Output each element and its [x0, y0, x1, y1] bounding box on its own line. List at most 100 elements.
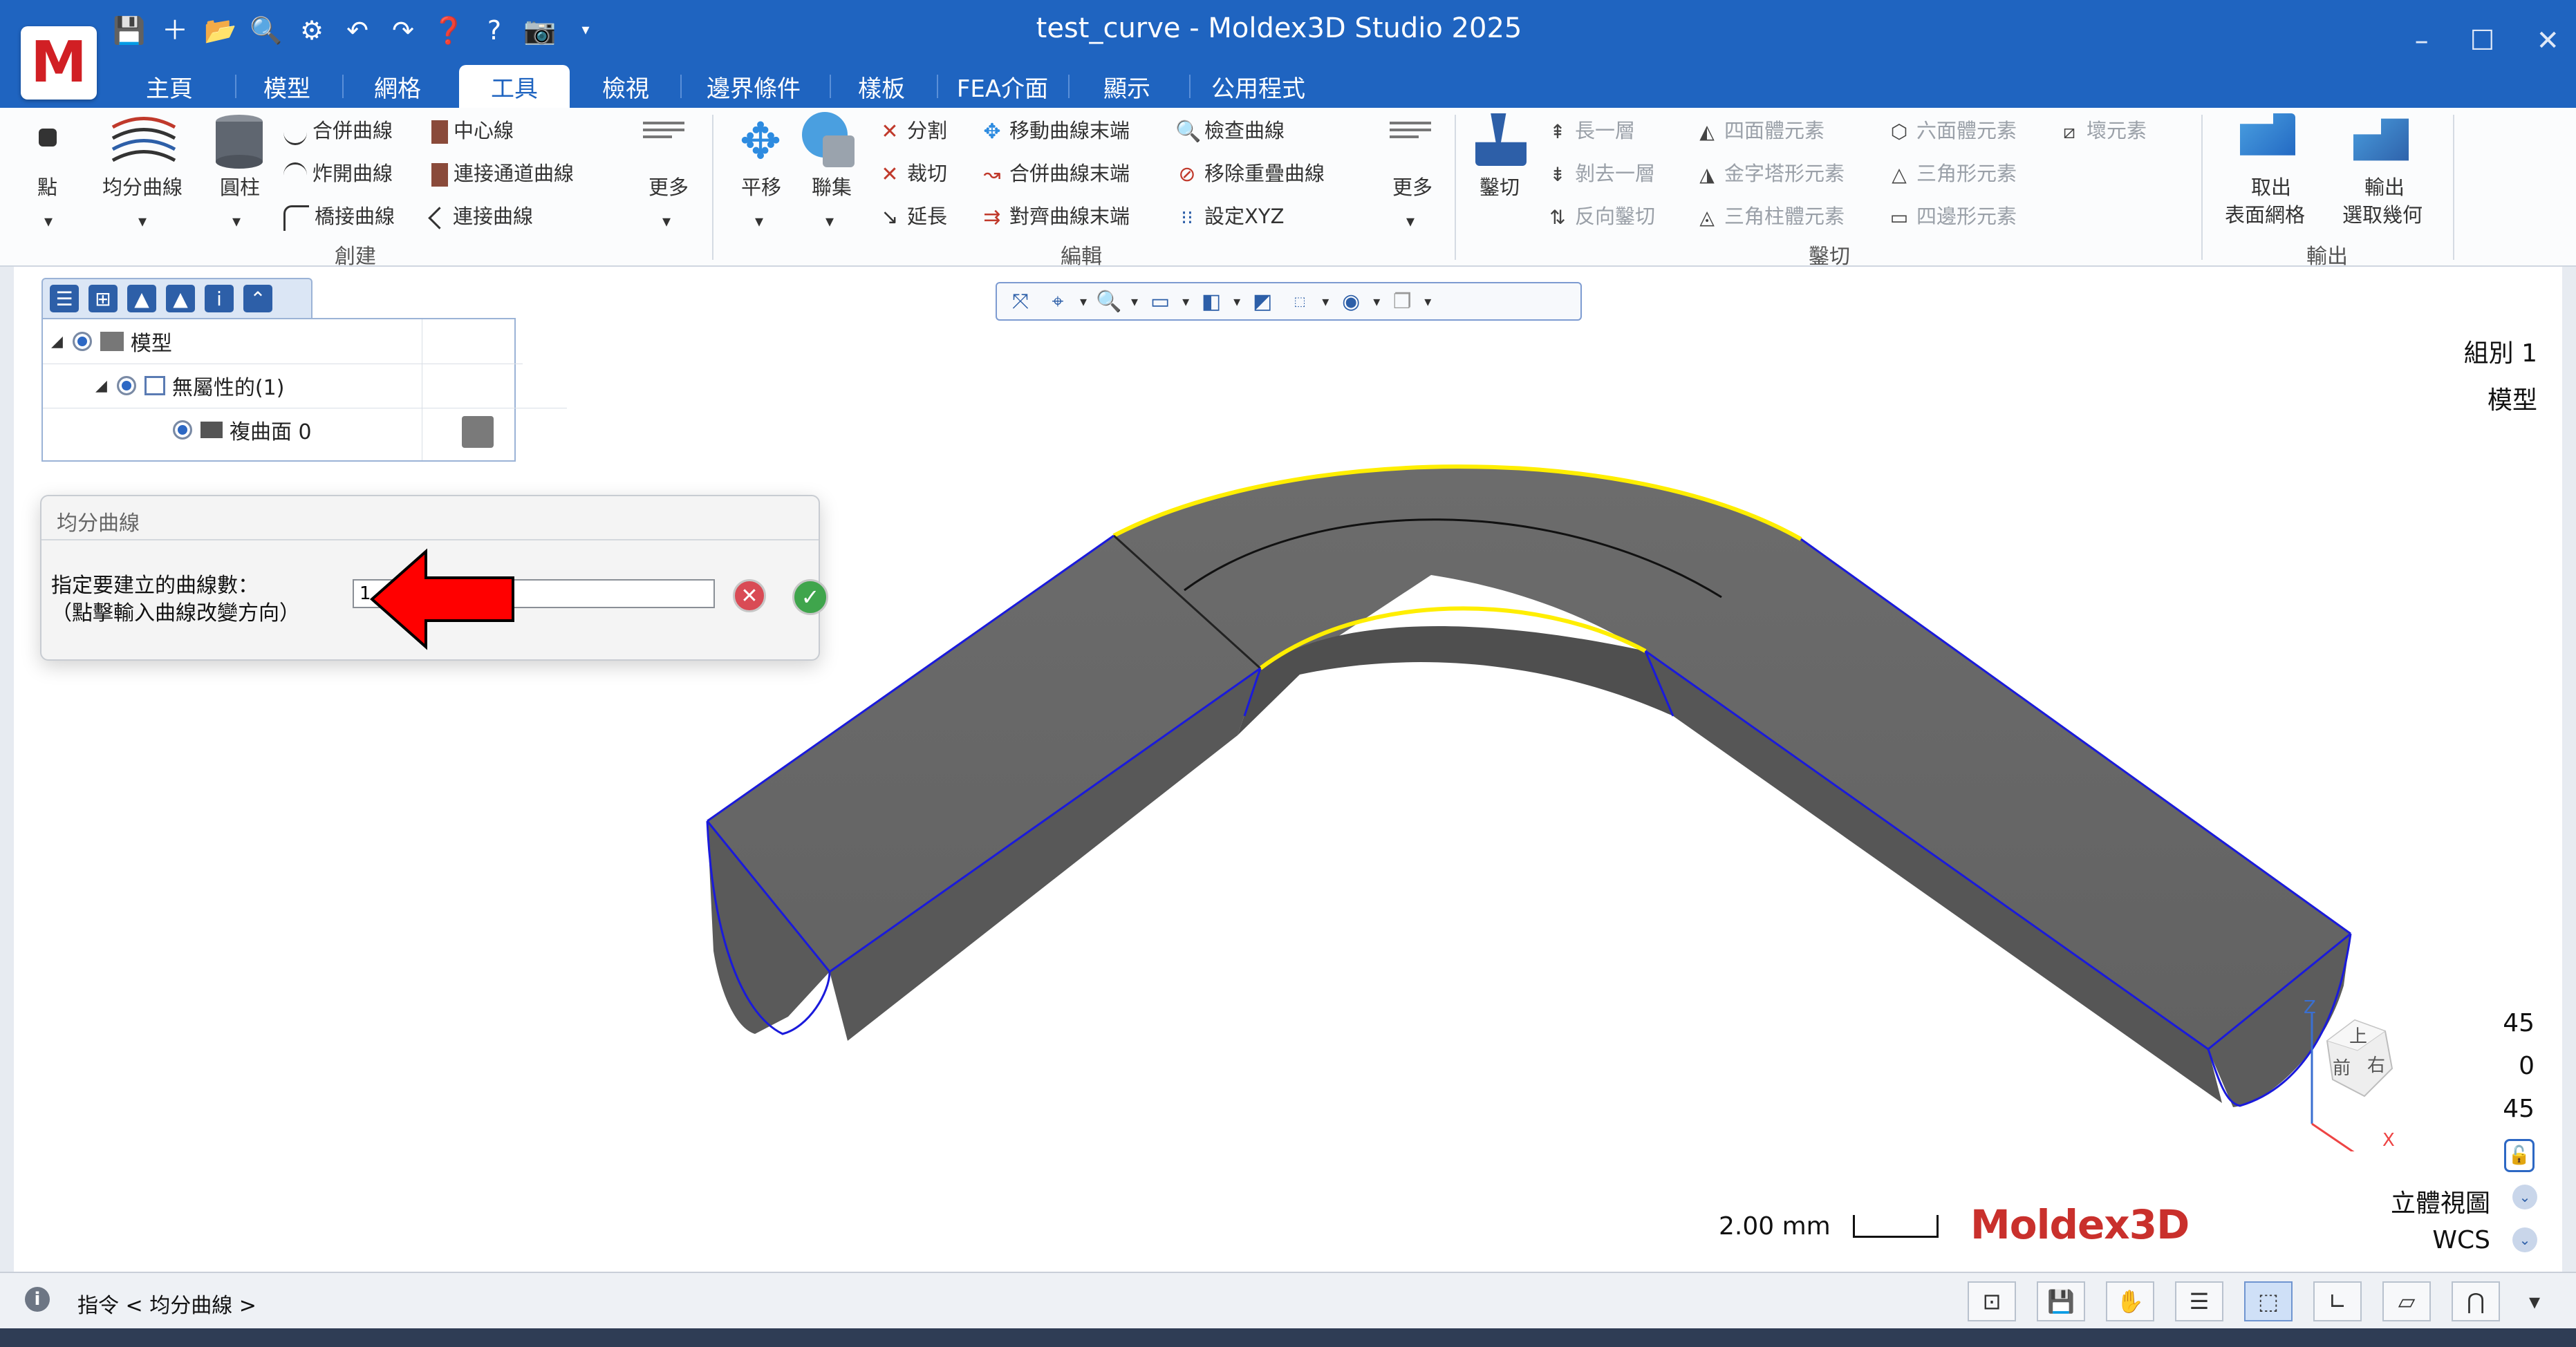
tab-template[interactable]: 樣板	[837, 65, 926, 108]
undo-icon[interactable]: ↶	[342, 15, 373, 46]
divide-curve-button[interactable]: 均分曲線	[102, 171, 183, 200]
visibility-radio[interactable]	[72, 332, 92, 351]
bridge-curve-button[interactable]: 橋接曲線	[283, 200, 395, 231]
save-icon[interactable]: 💾	[113, 15, 145, 46]
cone-icon[interactable]: ▲	[166, 285, 195, 312]
view-mode-dropdown-icon[interactable]: ⌄	[2512, 1185, 2537, 1209]
moldex3d-logo[interactable]: M	[21, 26, 97, 100]
list-alert-icon[interactable]: ☰	[2175, 1281, 2223, 1321]
export-geometry-label-1[interactable]: 輸出	[2364, 171, 2405, 200]
connect-curve-button[interactable]: 連接曲線	[428, 200, 533, 229]
plane-icon[interactable]: ▱	[2382, 1281, 2431, 1321]
explode-curve-button[interactable]: 炸開曲線	[283, 158, 393, 188]
cube-top-face[interactable]: 上	[2349, 1026, 2367, 1047]
export-geometry-label-2[interactable]: 選取幾何	[2342, 199, 2423, 228]
remove-overlap-button[interactable]: ⊘ 移除重疊曲線	[1175, 158, 1325, 187]
confirm-button[interactable]: ✓	[792, 579, 828, 615]
tree-node-surface[interactable]: 複曲面 0	[43, 408, 644, 452]
select-cursor-icon[interactable]: ⬚	[2244, 1281, 2293, 1321]
tab-home[interactable]: 主頁	[124, 65, 214, 108]
fit-view-icon[interactable]: ⤧	[1005, 288, 1036, 315]
tree-node-model[interactable]: ◢ 模型	[43, 319, 523, 364]
tab-mesh[interactable]: 網格	[353, 65, 442, 108]
grow-layer-button[interactable]: ⇞ 長一層	[1546, 115, 1635, 144]
shading-icon[interactable]: ◩	[1247, 288, 1278, 315]
take-surface-mesh-label-1[interactable]: 取出	[2251, 171, 2291, 200]
extend-button[interactable]: ↘ 延長	[878, 200, 947, 229]
tab-boundary[interactable]: 邊界條件	[691, 65, 816, 108]
connect-channel-button[interactable]: 連接通道曲線	[431, 158, 574, 187]
tab-view[interactable]: 檢視	[581, 65, 671, 108]
dropdown-icon[interactable]: ▾	[1131, 293, 1138, 310]
dropdown-icon[interactable]: ▾	[1080, 293, 1087, 310]
dropdown-icon[interactable]: ▾	[570, 15, 601, 46]
visibility-radio[interactable]	[173, 420, 192, 440]
view-cube[interactable]: Z X 上 前 右	[2288, 992, 2440, 1151]
set-xyz-button[interactable]: ⁝⁝ 設定XYZ	[1175, 200, 1284, 229]
save-view-icon[interactable]: 💾	[2037, 1281, 2085, 1321]
info-icon[interactable]: i	[205, 285, 234, 312]
maximize-button[interactable]: ☐	[2470, 25, 2495, 57]
translate-button[interactable]: 平移	[741, 171, 781, 200]
cancel-button[interactable]: ✕	[733, 579, 766, 612]
help-doc-icon[interactable]: ❓	[432, 15, 465, 46]
expand-triangle-icon[interactable]: ◢	[95, 377, 107, 395]
tetra-button[interactable]: ◭ 四面體元素	[1695, 115, 1824, 144]
list-view-icon[interactable]: ☰	[50, 285, 79, 312]
dropdown-icon[interactable]: ▾	[1182, 293, 1189, 310]
3d-viewport[interactable]: ☰ ⊞ ▲ ▲ i ⌃ ◢ 模型 ◢ 無屬性的(1) 複曲面 0 均分曲線 指定…	[14, 267, 2562, 1272]
coord-dropdown-icon[interactable]: ⌄	[2512, 1227, 2537, 1252]
rotate-center-icon[interactable]: ⌖	[1043, 288, 1073, 315]
layer-icon[interactable]: ▲	[127, 285, 156, 312]
tab-utilities[interactable]: 公用程式	[1200, 65, 1317, 108]
collapse-icon[interactable]: ⌃	[243, 285, 272, 312]
cube-view-icon[interactable]: ◧	[1196, 288, 1226, 315]
lock-icon[interactable]: 🔓	[2504, 1139, 2535, 1172]
union-button[interactable]: 聯集	[812, 171, 852, 200]
search-file-icon[interactable]: 🔍	[250, 15, 282, 46]
snap-magnet-icon[interactable]: ⋂	[2452, 1281, 2500, 1321]
tree-node-no-attribute[interactable]: ◢ 無屬性的(1)	[43, 364, 567, 408]
dropdown-icon[interactable]: ▾	[1373, 293, 1380, 310]
pyramid-button[interactable]: ◮ 金字塔形元素	[1695, 158, 1845, 187]
merge-curve-button[interactable]: 合併曲線	[283, 115, 393, 145]
zoom-icon[interactable]: 🔍	[1094, 288, 1124, 315]
pan-hand-icon[interactable]: ✋	[2106, 1281, 2154, 1321]
status-dropdown-icon[interactable]: ▾	[2521, 1281, 2548, 1321]
close-button[interactable]: ✕	[2536, 25, 2559, 57]
snapshot-icon[interactable]: ⊡	[1968, 1281, 2016, 1321]
hexa-button[interactable]: ⬡ 六面體元素	[1887, 115, 2017, 144]
dropdown-icon[interactable]: ▾	[1322, 293, 1329, 310]
take-surface-mesh-label-2[interactable]: 表面網格	[2225, 199, 2305, 228]
color-swatch[interactable]	[462, 416, 494, 448]
create-more-button[interactable]: 更多	[648, 171, 689, 200]
minimize-button[interactable]: –	[2415, 25, 2429, 57]
centerline-button[interactable]: 中心線	[431, 115, 514, 144]
dropdown-icon[interactable]: ▾	[1233, 293, 1240, 310]
select-all-icon[interactable]: ⬚	[1285, 288, 1315, 315]
cube-right-face[interactable]: 右	[2367, 1055, 2385, 1076]
coordinate-system-label[interactable]: WCS	[2432, 1226, 2490, 1254]
split-button[interactable]: ✕ 分割	[878, 115, 947, 144]
tab-tools[interactable]: 工具	[459, 65, 570, 108]
check-curve-button[interactable]: 🔍 檢查曲線	[1175, 115, 1285, 144]
cut-button[interactable]: 鑿切	[1480, 171, 1520, 200]
quad-button[interactable]: ▭ 四邊形元素	[1887, 200, 2017, 229]
tab-display[interactable]: 顯示	[1075, 65, 1179, 108]
new-icon[interactable]: ＋	[160, 15, 190, 46]
view-mode-label[interactable]: 立體視圖	[2391, 1183, 2490, 1219]
tree-view-icon[interactable]: ⊞	[88, 285, 118, 312]
bad-element-button[interactable]: ⧄ 壞元素	[2057, 115, 2147, 144]
visibility-radio[interactable]	[116, 376, 136, 395]
help-icon[interactable]: ?	[479, 15, 510, 46]
layers-icon[interactable]: ❐	[1387, 288, 1417, 315]
tab-fea[interactable]: FEA介面	[947, 65, 1058, 108]
prism-button[interactable]: ◬ 三角柱體元素	[1695, 200, 1845, 229]
merge-curve-end-button[interactable]: ↝ 合併曲線末端	[980, 158, 1130, 187]
edit-more-button[interactable]: 更多	[1392, 171, 1432, 200]
cube-front-face[interactable]: 前	[2333, 1058, 2351, 1079]
triangle-button[interactable]: △ 三角形元素	[1887, 158, 2017, 187]
point-button[interactable]: 點	[37, 171, 57, 200]
expand-triangle-icon[interactable]: ◢	[51, 333, 63, 350]
reverse-cut-button[interactable]: ⇅ 反向鑿切	[1546, 200, 1655, 229]
